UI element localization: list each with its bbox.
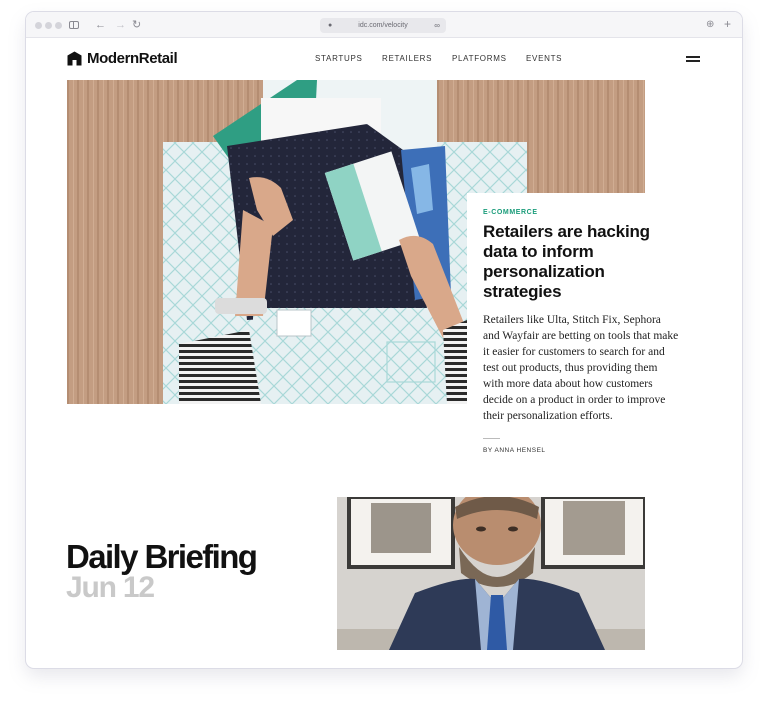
browser-toolbar: ← → ↻ ● idc.com/velocity ∞ ⊕ + [26,12,742,38]
forward-icon[interactable]: → [115,18,126,32]
link-icon[interactable]: ∞ [434,18,440,33]
back-icon[interactable]: ← [95,18,106,32]
minimize-window-button[interactable] [45,22,52,29]
reload-icon[interactable]: ↻ [132,18,141,32]
nav-events[interactable]: EVENTS [526,54,562,63]
logo-text: ModernRetail [87,50,178,67]
sidebar-icon[interactable] [69,21,79,29]
byline-divider [483,438,500,439]
nav-retailers[interactable]: RETAILERS [382,54,432,63]
maximize-window-button[interactable] [55,22,62,29]
nav-startups[interactable]: STARTUPS [315,54,363,63]
new-tab-icon[interactable]: + [724,17,731,31]
menu-icon[interactable] [686,56,700,62]
hero-article-card[interactable]: E-COMMERCE Retailers are hacking data to… [467,193,679,471]
url-text: idc.com/velocity [358,22,408,29]
site-logo[interactable]: ModernRetail [67,50,178,67]
site-header: ModernRetail STARTUPS RETAILERS PLATFORM… [26,39,742,79]
briefing-date: Jun 12 [66,571,155,604]
daily-briefing[interactable]: Daily Briefing Jun 12 [66,538,258,604]
article-byline: BY ANNA HENSEL [483,447,546,454]
lock-icon: ● [328,22,333,29]
browser-window: ← → ↻ ● idc.com/velocity ∞ ⊕ + ModernRet… [26,12,742,668]
close-window-button[interactable] [35,22,42,29]
logo-icon [67,51,82,66]
briefing-image[interactable] [337,497,645,650]
address-bar[interactable]: ● idc.com/velocity ∞ [320,18,446,33]
article-headline[interactable]: Retailers are hacking data to inform per… [483,222,683,302]
download-icon[interactable]: ⊕ [706,18,714,32]
briefing-title: Daily Briefing [66,538,258,575]
nav-platforms[interactable]: PLATFORMS [452,54,507,63]
article-category[interactable]: E-COMMERCE [483,209,679,216]
article-summary: Retailers like Ulta, Stitch Fix, Sephora… [483,314,679,422]
